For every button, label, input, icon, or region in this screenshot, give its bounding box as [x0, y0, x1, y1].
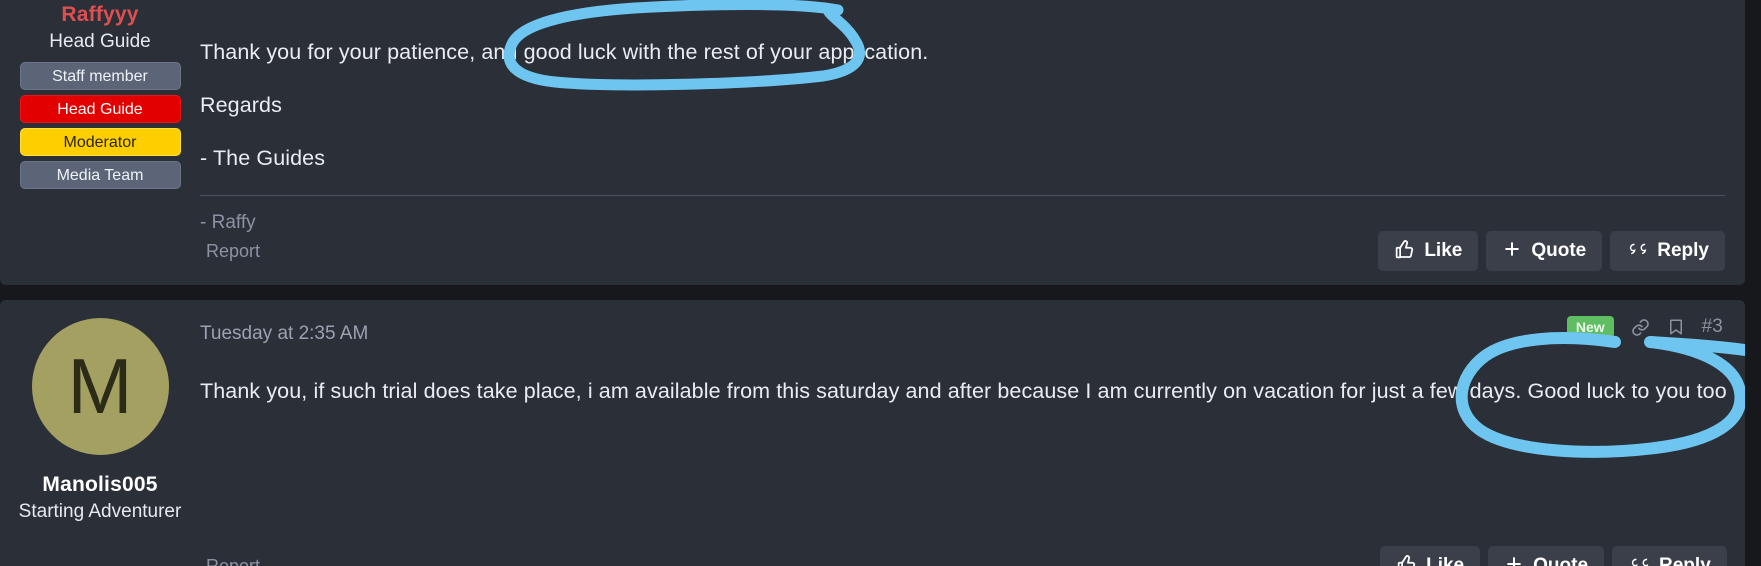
avatar-initial: M — [67, 342, 133, 430]
bookmark-icon[interactable] — [1667, 317, 1685, 337]
page-right-margin — [1745, 0, 1761, 566]
badge-head-guide: Head Guide — [19, 95, 181, 123]
post-number[interactable]: #3 — [1702, 316, 1723, 338]
post-paragraph: Regards — [200, 93, 282, 117]
post-body: Thank you, if such trial does take place… — [200, 375, 1727, 408]
post-divider — [200, 195, 1725, 196]
report-link[interactable]: Report — [206, 556, 260, 566]
quote-button-label: Quote — [1533, 555, 1589, 566]
like-button-label: Like — [1426, 555, 1465, 566]
post-article-manolis005: M Manolis005 Starting Adventurer Tuesday… — [0, 300, 1745, 566]
badge-media-team: Media Team — [19, 161, 181, 189]
post-header: Tuesday at 2:35 AM New #3 — [200, 314, 1727, 354]
badge-moderator: Moderator — [19, 128, 181, 156]
like-button[interactable]: Like — [1378, 231, 1479, 271]
post-paragraph: Thank you, if such trial does take place… — [200, 379, 1727, 403]
post-action-buttons: Like Quote Reply — [1378, 231, 1725, 271]
post-content-column: Thank you for your patience, and good lu… — [200, 0, 1745, 285]
reply-button[interactable]: Reply — [1612, 546, 1727, 566]
post-author-column: Raffyyy Head Guide Staff member Head Gui… — [0, 0, 200, 285]
reply-button-label: Reply — [1659, 555, 1711, 566]
author-title: Head Guide — [49, 31, 151, 52]
badge-staff-member: Staff member — [19, 62, 181, 90]
thumbs-up-icon — [1394, 239, 1415, 264]
post-author-column: M Manolis005 Starting Adventurer — [0, 300, 200, 566]
post-article-raffyyy: Raffyyy Head Guide Staff member Head Gui… — [0, 0, 1745, 285]
like-button-label: Like — [1424, 240, 1463, 261]
quote-button-label: Quote — [1531, 240, 1587, 261]
plus-icon — [1504, 554, 1524, 566]
quote-button[interactable]: Quote — [1486, 231, 1603, 271]
link-icon[interactable] — [1631, 318, 1650, 337]
plus-icon — [1502, 239, 1522, 263]
new-badge: New — [1566, 316, 1614, 338]
post-footer: Report Like Quote Reply — [200, 231, 1725, 271]
forum-thread-screen: Raffyyy Head Guide Staff member Head Gui… — [0, 0, 1761, 566]
report-link[interactable]: Report — [206, 241, 260, 262]
avatar[interactable]: M — [31, 318, 169, 455]
quote-marks-icon — [1626, 240, 1648, 262]
post-header-meta: New #3 — [1566, 316, 1723, 338]
post-paragraph: Thank you for your patience, and good lu… — [200, 40, 929, 64]
thumbs-up-icon — [1396, 554, 1417, 566]
post-paragraph: - The Guides — [200, 146, 326, 170]
reply-button[interactable]: Reply — [1610, 231, 1725, 271]
post-footer: Report Like Quote Reply — [200, 546, 1727, 566]
author-title: Starting Adventurer — [18, 501, 182, 522]
post-action-buttons: Like Quote Reply — [1380, 546, 1727, 566]
quote-button[interactable]: Quote — [1488, 546, 1605, 566]
author-username[interactable]: Raffyyy — [61, 3, 138, 27]
author-badge-list: Staff member Head Guide Moderator Media … — [19, 62, 181, 189]
author-username[interactable]: Manolis005 — [42, 473, 157, 497]
quote-marks-icon — [1628, 555, 1650, 566]
post-content-column: Tuesday at 2:35 AM New #3 Thank you, if … — [200, 300, 1745, 566]
reply-button-label: Reply — [1657, 240, 1709, 261]
post-body: Thank you for your patience, and good lu… — [200, 36, 1725, 175]
post-timestamp[interactable]: Tuesday at 2:35 AM — [200, 323, 368, 345]
like-button[interactable]: Like — [1380, 546, 1481, 566]
